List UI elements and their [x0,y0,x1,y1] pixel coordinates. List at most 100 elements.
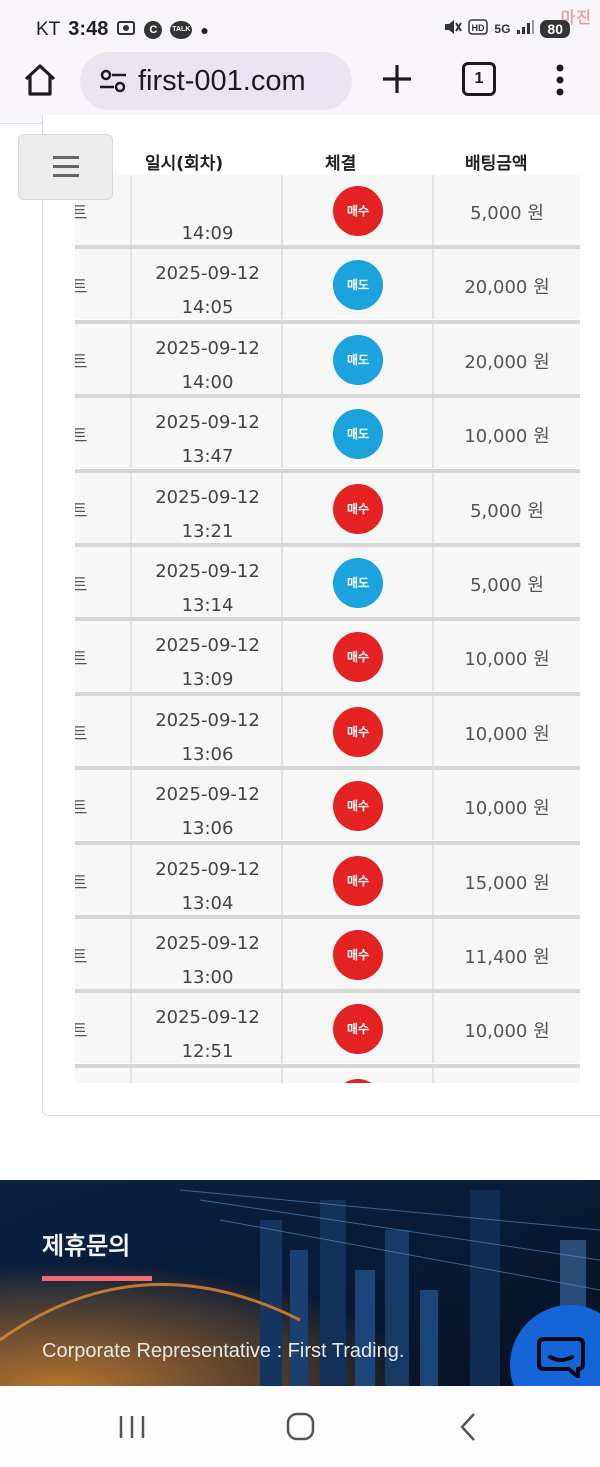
row-datetime: 2025-09-12 14:00 [132,332,283,400]
cell-datetime: 2025-09-12 13:09 [132,621,283,692]
cell-datetime: 2025-09-12 [132,1067,283,1083]
buy-badge: 매수 [333,706,383,757]
nav-home-icon [286,1412,315,1441]
table-row[interactable]: 트 2025-09-12 13:14 매도 5,000 원 [75,543,580,617]
footer-representative: Corporate Representative : First Trading… [42,1340,405,1362]
cell-execution: 매도 [283,398,434,469]
row-date: 2025-09-12 [155,1007,260,1029]
cell-name: 트 [75,695,132,766]
table-row[interactable]: 트 2025-09-12 13:47 매도 10,000 원 [75,394,580,469]
bet-history-table[interactable]: 일시(회차) 체결 배팅금액 트 14:09 매수 5,000 원 트 2025-09-1… [75,125,580,1083]
cell-execution: 매수 [283,175,434,245]
row-name: 트 [75,723,88,745]
more-notifications-icon: ● [200,21,209,38]
header-amount: 배팅금액 [465,154,528,174]
cell-amount: 20,000 원 [434,324,580,394]
cell-datetime: 2025-09-12 13:14 [132,547,283,617]
table-row[interactable]: 트 2025-09-12 13:04 매수 15,000 원 [75,840,580,915]
buy-badge: 매수 [333,632,383,683]
row-datetime: 2025-09-12 13:00 [132,927,283,995]
row-datetime: 2025-09-12 13:14 [132,555,283,623]
table-row[interactable]: 트 2025-09-12 14:05 매도 20,000 원 [75,245,580,320]
table-row[interactable]: 트2025-09-12 매수 5,000 원 [75,1063,580,1083]
row-date: 2025-09-12 [155,784,260,806]
network-type: 5G [494,21,511,36]
table-row[interactable]: 트 2025-09-12 13:00 매수 11,400 원 [75,915,580,989]
table-row[interactable]: 트 2025-09-12 12:51 매수 10,000 원 [75,989,580,1064]
url-text: first-001.com [138,64,306,97]
buy-badge: 매수 [333,186,383,236]
kakaotalk-icon: TALK [170,20,193,39]
tab-switcher-button[interactable]: 1 [462,62,496,96]
row-datetime: 2025-09-12 13:09 [132,629,283,697]
back-button[interactable] [450,1410,490,1444]
cell-name: 트 [75,844,132,915]
row-name: 트 [75,872,88,894]
buy-badge: 매수 [333,1004,383,1055]
cell-execution: 매도 [283,249,434,320]
row-amount: 5,000 원 [470,500,544,522]
row-name: 트 [75,277,88,299]
home-button[interactable] [20,60,60,100]
row-datetime: 2025-09-12 13:04 [132,853,283,921]
cell-amount: 10,000 원 [434,770,580,840]
nav-home-button[interactable] [280,1410,320,1444]
row-name: 트 [75,1021,88,1043]
hamburger-menu-button[interactable] [18,134,113,200]
mute-icon [442,18,463,39]
cell-amount: 5,000 원 [434,1068,580,1083]
table-row[interactable]: 트 2025-09-12 13:09 매수 10,000 원 [75,617,580,692]
row-name: 트 [75,500,88,522]
cell-name: 트 [75,472,132,543]
back-icon [460,1413,475,1441]
table-row[interactable]: 트 14:09 매수 5,000 원 [75,171,580,245]
sell-badge: 매도 [333,334,383,385]
svg-text:HD: HD [472,23,485,33]
c-app-icon: C [144,20,163,39]
site-settings-icon[interactable] [96,67,130,95]
table-row[interactable]: 트 2025-09-12 13:06 매수 10,000 원 [75,691,580,766]
new-tab-button[interactable] [378,60,416,98]
cell-name: 트 [75,770,132,841]
buy-badge: 매수 [333,781,383,832]
browser-menu-button[interactable] [548,60,572,100]
row-date: 2025-09-12 [155,635,260,657]
cell-execution: 매수 [283,770,434,841]
buy-badge: 매수 [333,930,383,980]
cell-execution: 매수 [283,621,434,692]
cell-name: 트 [75,993,132,1064]
cell-datetime: 2025-09-12 14:05 [132,249,283,320]
table-row[interactable]: 트 2025-09-12 13:21 매수 5,000 원 [75,468,580,543]
cell-amount: 5,000 원 [434,175,580,245]
recent-apps-icon [119,1416,145,1438]
sell-badge: 매도 [333,558,383,608]
hd-icon: HD [468,19,489,38]
row-amount: 20,000 원 [464,277,550,299]
cell-execution: 매수 [283,1067,434,1083]
address-bar[interactable]: first-001.com [80,52,352,110]
cell-execution: 매도 [283,547,434,617]
more-vert-icon [556,64,564,96]
table-row[interactable]: 트 2025-09-12 14:00 매도 20,000 원 [75,319,580,394]
watermark-logo: 마진 [560,8,592,27]
row-amount: 5,000 원 [470,575,544,596]
signal-icon [516,19,535,38]
cell-datetime: 2025-09-12 13:06 [132,770,283,841]
row-amount: 10,000 원 [464,723,550,745]
cell-datetime: 2025-09-12 14:00 [132,323,283,394]
clock: 3:48 [68,18,109,40]
table-row[interactable]: 트 2025-09-12 13:06 매수 10,000 원 [75,766,580,841]
cell-datetime: 2025-09-12 13:06 [132,695,283,766]
carrier-label: KT [36,18,61,40]
cell-amount: 10,000 원 [434,398,580,468]
row-date: 2025-09-12 [155,933,260,954]
sell-badge: 매도 [333,409,383,460]
cell-execution: 매수 [283,695,434,766]
cell-execution: 매수 [283,472,434,543]
cell-name: 트 [75,249,132,320]
row-datetime: 2025-09-12 13:47 [132,406,283,474]
recent-apps-button[interactable] [112,1410,152,1444]
row-date: 2025-09-12 [155,858,260,880]
row-amount: 20,000 원 [464,351,550,373]
sell-badge: 매도 [333,260,383,311]
